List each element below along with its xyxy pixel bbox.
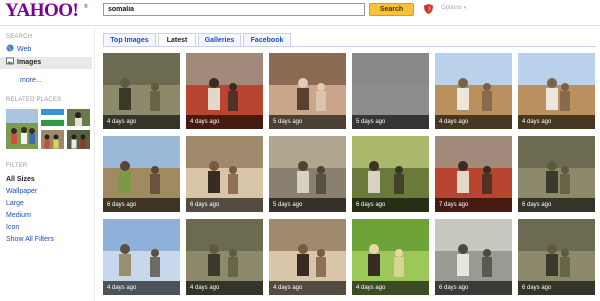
image-result[interactable]: 4 days ago xyxy=(435,53,512,129)
image-result[interactable]: 4 days ago xyxy=(186,53,263,129)
image-result[interactable]: 6 days ago xyxy=(518,219,595,295)
related-place-flag[interactable] xyxy=(41,109,64,126)
result-age: 5 days ago xyxy=(269,198,346,212)
show-all-filters-link[interactable]: Show All Filters xyxy=(6,236,54,243)
yahoo-logo[interactable]: YAHOO! xyxy=(5,1,79,21)
result-age: 4 days ago xyxy=(103,115,180,129)
search-heading: SEARCH xyxy=(6,34,33,40)
related-place-image xyxy=(67,109,90,126)
tab-galleries[interactable]: Galleries xyxy=(198,33,241,47)
filter-medium[interactable]: Medium xyxy=(6,212,31,219)
image-result[interactable]: 5 days ago xyxy=(269,136,346,212)
related-place-image xyxy=(67,130,90,149)
image-result[interactable]: 4 days ago xyxy=(103,53,180,129)
related-places-thumbnails xyxy=(6,109,90,149)
image-result[interactable]: 4 days ago xyxy=(269,219,346,295)
related-place-thumb[interactable] xyxy=(6,109,38,149)
result-age: 5 days ago xyxy=(269,115,346,129)
more-link[interactable]: more... xyxy=(20,77,42,84)
image-result[interactable]: 4 days ago xyxy=(352,219,429,295)
result-age: 4 days ago xyxy=(186,115,263,129)
result-age: 6 days ago xyxy=(352,198,429,212)
filter-icon[interactable]: Icon xyxy=(6,224,19,231)
filter-all-sizes[interactable]: All Sizes xyxy=(6,176,35,183)
image-result[interactable]: 4 days ago xyxy=(103,219,180,295)
image-result[interactable]: 6 days ago xyxy=(352,136,429,212)
result-age: 4 days ago xyxy=(352,281,429,295)
globe-icon xyxy=(6,44,14,52)
options-menu[interactable]: Options ▾ xyxy=(441,5,466,11)
related-place-thumb[interactable] xyxy=(41,130,64,149)
result-age: 7 days ago xyxy=(435,198,512,212)
image-result[interactable]: 4 days ago xyxy=(518,53,595,129)
result-age: 4 days ago xyxy=(435,115,512,129)
sidebar-item-label: Web xyxy=(17,46,32,53)
tab-latest[interactable]: Latest xyxy=(158,33,196,47)
related-place-thumb[interactable] xyxy=(67,109,90,126)
result-age: 6 days ago xyxy=(435,281,512,295)
tab-top-images[interactable]: Top Images xyxy=(103,33,156,47)
sidebar-item-label: Images xyxy=(17,59,42,66)
filter-large[interactable]: Large xyxy=(6,200,24,207)
search-button[interactable]: Search xyxy=(369,3,414,16)
image-result[interactable]: 5 days ago xyxy=(352,53,429,129)
sidebar: SEARCH Web Images more... RELATED PLACES xyxy=(0,27,94,301)
image-result[interactable]: 7 days ago xyxy=(435,136,512,212)
image-result[interactable]: 5 days ago xyxy=(269,53,346,129)
filter-wallpaper[interactable]: Wallpaper xyxy=(6,188,37,195)
image-result[interactable]: 6 days ago xyxy=(518,136,595,212)
result-age: 4 days ago xyxy=(186,281,263,295)
result-age: 4 days ago xyxy=(269,281,346,295)
safesearch-shield-icon[interactable] xyxy=(424,4,433,14)
related-place-image xyxy=(6,109,38,149)
image-result[interactable]: 6 days ago xyxy=(186,136,263,212)
tab-divider xyxy=(103,46,596,47)
filter-heading: FILTER xyxy=(6,163,28,169)
result-age: 6 days ago xyxy=(103,198,180,212)
image-result[interactable]: 4 days ago xyxy=(186,219,263,295)
search-header: YAHOO! ® Search Options▾ xyxy=(0,0,600,26)
related-places-heading: RELATED PLACES xyxy=(6,97,62,103)
tab-facebook[interactable]: Facebook xyxy=(243,33,291,47)
logo-registered-mark: ® xyxy=(84,4,88,10)
result-age: 6 days ago xyxy=(518,281,595,295)
result-age: 4 days ago xyxy=(103,281,180,295)
image-result[interactable]: 6 days ago xyxy=(103,136,180,212)
options-label: Options xyxy=(441,5,462,11)
sidebar-divider xyxy=(94,27,95,301)
result-age: 6 days ago xyxy=(518,198,595,212)
flag-image xyxy=(41,109,64,126)
chevron-down-icon: ▾ xyxy=(463,5,467,11)
result-age: 5 days ago xyxy=(352,115,429,129)
image-icon xyxy=(6,57,14,65)
sidebar-item-web[interactable]: Web xyxy=(0,44,92,56)
search-input[interactable] xyxy=(103,3,365,16)
result-age: 6 days ago xyxy=(186,198,263,212)
related-place-image xyxy=(41,130,64,149)
image-result[interactable]: 6 days ago xyxy=(435,219,512,295)
sidebar-item-images[interactable]: Images xyxy=(0,57,92,69)
related-place-thumb[interactable] xyxy=(67,130,90,149)
result-age: 4 days ago xyxy=(518,115,595,129)
